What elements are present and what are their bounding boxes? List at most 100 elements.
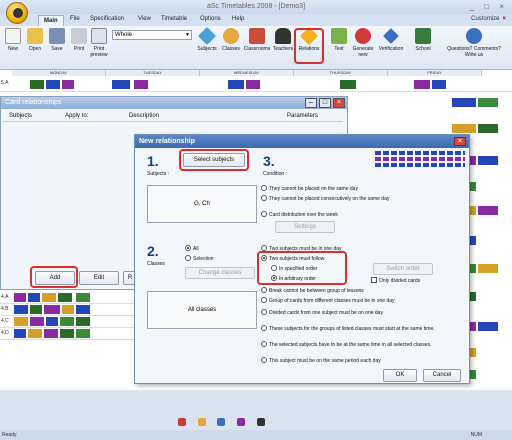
column-parameters[interactable]: Parameters [287,113,318,119]
ok-button[interactable]: OK [383,369,417,382]
teachers-icon [275,28,291,44]
lesson-card[interactable] [76,305,90,314]
condition-radio[interactable]: These subjects for the groups of listed … [261,325,435,332]
lesson-card[interactable] [76,293,90,302]
school-button[interactable]: School [410,28,436,52]
lesson-card[interactable] [452,98,476,107]
close-icon[interactable]: × [333,98,345,108]
column-description[interactable]: Description [129,113,159,119]
tab-specification[interactable]: Specification [90,16,124,22]
view-select[interactable]: Whole ▼ [112,30,192,40]
lesson-card[interactable] [28,293,40,302]
condition-radio[interactable]: They cannot be placed on the same day [261,185,358,192]
lesson-card[interactable] [478,206,498,215]
lesson-card[interactable] [46,80,60,89]
tab-main[interactable]: Main [38,15,64,26]
lesson-card[interactable] [30,317,44,326]
window-controls[interactable]: _ □ × [470,2,508,11]
lesson-card[interactable] [478,322,498,331]
lesson-card[interactable] [30,305,42,314]
settings-button[interactable]: Settings [275,221,335,233]
verification-button[interactable]: Verification [376,28,406,52]
generate-new-button[interactable]: Generate new [350,28,376,58]
classes-all-radio[interactable]: All [185,245,199,252]
maximize-icon[interactable]: □ [319,98,331,108]
classes-selection-radio[interactable]: Selection [185,255,214,262]
condition-label: They cannot be placed consecutively on t… [269,196,390,202]
lesson-card[interactable] [60,317,74,326]
lesson-card[interactable] [30,80,44,89]
edit-button[interactable]: Edit [79,271,119,285]
lesson-card[interactable] [228,80,244,89]
switch-order-button[interactable]: Switch order [373,263,433,275]
customize-menu[interactable]: Customize × [471,16,506,22]
lesson-card[interactable] [60,329,74,338]
lesson-card[interactable] [46,317,58,326]
toolbar-icon[interactable] [256,418,265,426]
lesson-card[interactable] [246,80,260,89]
minimize-icon[interactable]: – [305,98,317,108]
lesson-card[interactable] [14,305,28,314]
condition-radio[interactable]: Break cannot be between group of lessons [261,287,364,294]
column-subjects[interactable]: Subjects [9,113,32,119]
title-bar: aSc Timetables 2008 - [Demo3] _ □ × [0,0,512,14]
tab-view[interactable]: View [138,16,151,22]
lesson-card[interactable] [112,80,130,89]
toolbar-icon[interactable] [178,418,186,426]
lesson-card[interactable] [478,98,498,107]
lesson-card[interactable] [62,305,74,314]
lesson-card[interactable] [44,305,60,314]
lesson-card[interactable] [58,293,72,302]
toolbar-icon[interactable] [197,418,206,426]
toolbar-icon[interactable] [237,418,246,426]
classes-button[interactable]: Classes [218,28,244,52]
tab-help[interactable]: Help [232,16,244,22]
close-icon[interactable]: × [502,16,506,22]
lesson-card[interactable] [76,317,90,326]
app-menu-orb-icon[interactable] [6,2,28,24]
change-classes-button[interactable]: Change classes [185,267,255,279]
lesson-card[interactable] [62,80,74,89]
column-apply-to[interactable]: Apply to: [65,113,88,119]
print-preview-button[interactable]: Print preview [86,28,112,58]
condition-radio[interactable]: They cannot be placed consecutively on t… [261,195,389,202]
test-button[interactable]: Test [326,28,352,52]
lesson-card[interactable] [14,329,26,338]
day-header-wednesday: WEDNESDAY [200,70,294,76]
condition-radio[interactable]: Divided cards from one subject must be o… [261,309,383,316]
questions-button[interactable]: Questions? Comments? Write us [446,28,502,58]
condition-radio[interactable]: The selected subjects have to be at the … [261,341,432,348]
lesson-card[interactable] [478,156,498,165]
teachers-button[interactable]: Teachers [270,28,296,52]
lesson-card[interactable] [452,124,476,133]
lesson-card[interactable] [414,80,430,89]
lesson-card[interactable] [478,264,498,273]
tab-timetable[interactable]: Timetable [161,16,187,22]
lesson-card[interactable] [14,293,26,302]
condition-radio[interactable]: Group of cards from different classes mu… [261,297,395,304]
close-icon[interactable]: × [454,137,466,146]
radio-icon [261,325,267,331]
lesson-card[interactable] [44,329,58,338]
subjects-button[interactable]: Subjects [194,26,220,52]
cancel-button[interactable]: Cancel [423,369,461,382]
lesson-card[interactable] [42,293,56,302]
only-divided-checkbox[interactable]: Only divided cards [371,277,420,284]
toolbar-icon[interactable] [217,418,226,426]
lesson-card[interactable] [432,80,446,89]
lesson-card[interactable] [340,80,356,89]
condition-radio[interactable]: Card distribution over the week [261,211,338,218]
radio-icon [261,211,267,217]
tab-file[interactable]: File [70,16,80,22]
lesson-card[interactable] [478,124,498,133]
condition-radio[interactable]: This subject must be on the same period … [261,357,381,364]
condition-label: Divided cards from one subject must be o… [269,310,383,316]
lesson-card[interactable] [134,80,148,89]
row-label: 4.C [1,318,9,324]
classrooms-button[interactable]: Classrooms [242,28,272,52]
lesson-card[interactable] [14,317,28,326]
lesson-card[interactable] [76,329,90,338]
lesson-card[interactable] [28,329,42,338]
tab-options[interactable]: Options [200,16,221,22]
day-header-monday: MONDAY [12,70,106,76]
